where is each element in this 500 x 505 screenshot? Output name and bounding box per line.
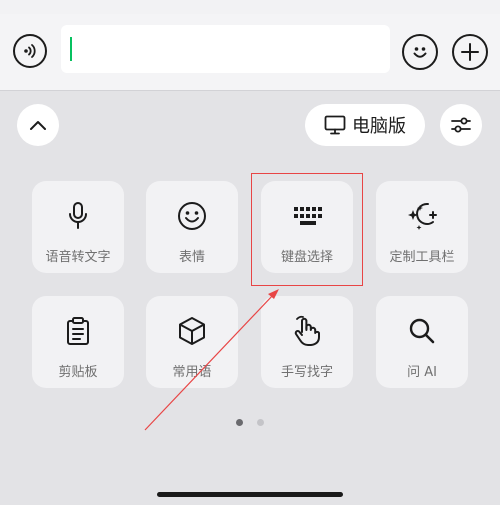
page-indicator xyxy=(236,419,264,426)
sliders-icon xyxy=(451,117,471,133)
desktop-version-label: 电脑版 xyxy=(352,116,406,137)
collapse-button[interactable] xyxy=(17,104,59,146)
desktop-version-button[interactable]: 电脑版 xyxy=(305,104,425,146)
emoji-button[interactable] xyxy=(402,34,438,70)
voice-icon xyxy=(24,44,36,58)
tile-label: 定制工具栏 xyxy=(389,250,455,265)
message-input[interactable] xyxy=(61,25,390,73)
tile-voice-to-text[interactable]: 语音转文字 xyxy=(32,181,124,273)
tile-ask-ai[interactable]: 问 AI xyxy=(376,296,468,388)
hand-write-icon xyxy=(294,315,320,346)
page-dot[interactable] xyxy=(257,419,264,426)
tile-clipboard[interactable]: 剪贴板 xyxy=(32,296,124,388)
cube-icon xyxy=(179,317,205,345)
emoji-icon xyxy=(413,47,427,58)
tile-customize-toolbar[interactable]: 定制工具栏 xyxy=(376,181,468,273)
tile-label: 剪贴板 xyxy=(58,365,98,380)
tile-label: 问 AI xyxy=(407,365,437,380)
clipboard-icon xyxy=(67,317,89,345)
highlight-box xyxy=(251,173,363,286)
tile-label: 表情 xyxy=(178,250,205,265)
microphone-icon xyxy=(69,202,87,229)
page-dot-active[interactable] xyxy=(236,419,243,426)
tile-common-phrases[interactable]: 常用语 xyxy=(146,296,238,388)
top-strip xyxy=(0,0,500,14)
text-caret xyxy=(70,37,72,61)
search-icon xyxy=(409,318,435,344)
chevron-up-icon xyxy=(30,121,46,130)
more-button[interactable] xyxy=(452,34,488,70)
monitor-icon xyxy=(324,115,346,135)
emoji-icon xyxy=(178,202,206,230)
sparkle-plus-icon xyxy=(408,202,437,230)
settings-button[interactable] xyxy=(440,104,482,146)
tile-handwriting[interactable]: 手写找字 xyxy=(261,296,353,388)
tile-label: 手写找字 xyxy=(280,365,333,380)
input-bar xyxy=(0,14,500,91)
home-indicator[interactable] xyxy=(157,492,343,497)
tile-label: 语音转文字 xyxy=(45,250,111,265)
tile-emoji[interactable]: 表情 xyxy=(146,181,238,273)
plus-icon xyxy=(461,43,479,61)
tile-label: 常用语 xyxy=(172,365,212,380)
voice-input-button[interactable] xyxy=(13,34,47,68)
